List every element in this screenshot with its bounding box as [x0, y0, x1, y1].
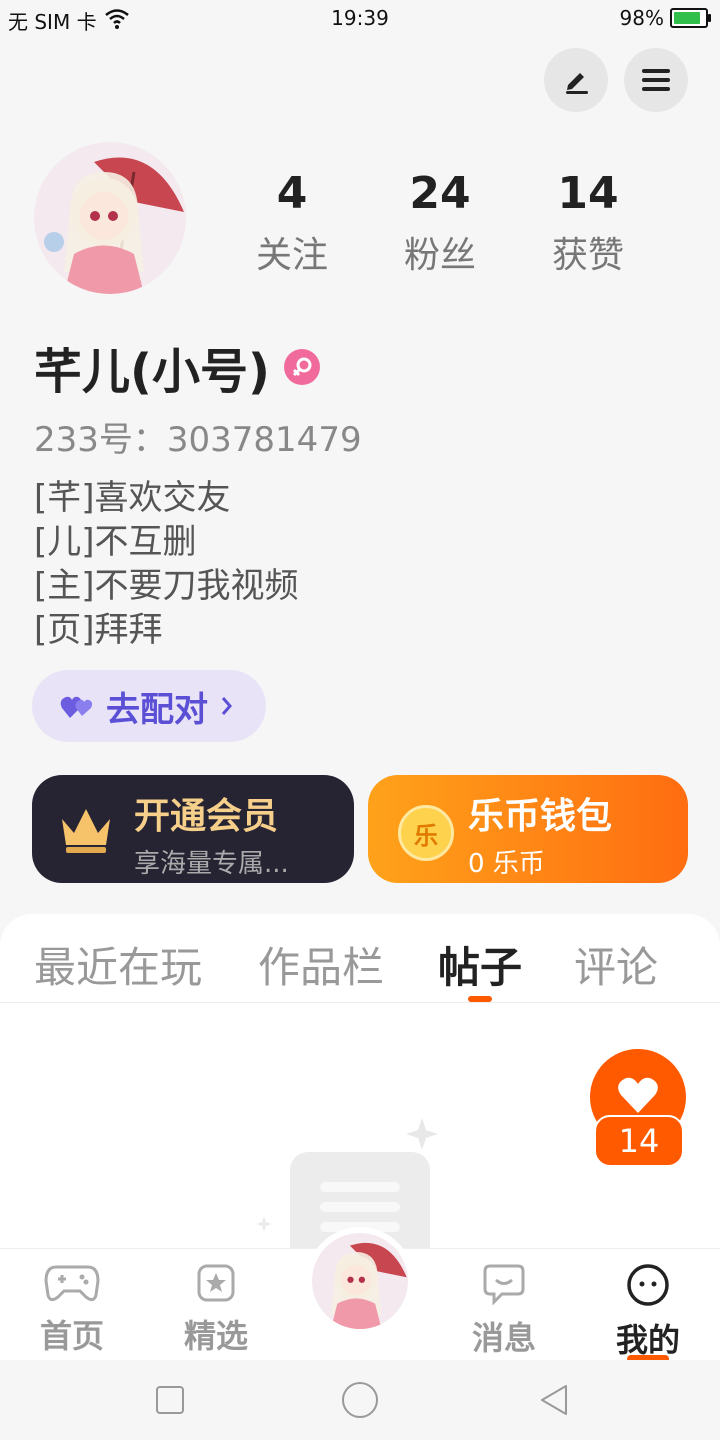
stat-number: 4 — [276, 168, 308, 219]
wifi-icon — [105, 9, 129, 29]
tab-comments[interactable]: 评论 — [574, 934, 658, 995]
heart-icon — [618, 1077, 658, 1113]
stat-label: 粉丝 — [403, 235, 476, 276]
stat-likes[interactable]: 14 获赞 — [518, 168, 658, 278]
wallet-card[interactable]: 乐 乐币钱包 0 乐币 — [368, 775, 688, 883]
nav-label: 首页 — [39, 1317, 104, 1355]
tab-works[interactable]: 作品栏 — [258, 934, 384, 995]
vip-title: 开通会员 — [134, 796, 279, 837]
vip-subtitle: 享海量专属... — [134, 849, 289, 879]
edit-profile-button[interactable] — [544, 48, 608, 112]
coin-icon: 乐 — [398, 805, 454, 861]
double-heart-icon — [60, 696, 93, 718]
nav-center-avatar[interactable] — [306, 1227, 414, 1335]
tab-posts[interactable]: 帖子 — [438, 934, 522, 995]
nav-label: 精选 — [183, 1317, 248, 1355]
wallet-balance: 0 乐币 — [468, 849, 545, 879]
menu-button[interactable] — [624, 48, 688, 112]
nav-label: 消息 — [471, 1319, 536, 1357]
pair-label: 去配对 — [106, 689, 208, 730]
stat-label: 关注 — [255, 235, 328, 276]
bio-line: [芊]喜欢交友 — [34, 478, 231, 518]
stat-number: 24 — [409, 168, 471, 219]
chevron-right-icon — [221, 697, 232, 715]
battery-icon — [670, 8, 711, 28]
female-gender-icon — [283, 349, 320, 385]
home-icon[interactable] — [340, 1380, 380, 1420]
smiley-icon — [627, 1264, 669, 1306]
menu-icon — [642, 69, 670, 91]
nav-home[interactable]: 首页 — [12, 1263, 132, 1357]
bio-line: [儿]不互删 — [34, 522, 197, 562]
tab-divider — [0, 1002, 720, 1003]
bio-line: [主]不要刀我视频 — [34, 566, 299, 606]
user-id: 233号：303781479 — [34, 420, 362, 460]
tab-recent-games[interactable]: 最近在玩 — [34, 934, 202, 995]
status-bar: 无 SIM 卡 19:39 98% — [0, 0, 720, 40]
wallet-title: 乐币钱包 — [468, 796, 613, 837]
bookmark-star-icon — [197, 1264, 235, 1302]
like-count-badge: 14 — [594, 1115, 684, 1167]
content-panel: 最近在玩 作品栏 帖子 评论 14 — [0, 914, 720, 1254]
stat-number: 14 — [557, 168, 619, 219]
bottom-nav: 首页 精选 消息 我的 — [0, 1227, 720, 1363]
bio-line: [页]拜拜 — [34, 610, 163, 650]
gamepad-icon — [44, 1265, 100, 1302]
avatar-illustration — [34, 142, 186, 294]
user-name: 芊儿(小号) — [34, 344, 270, 400]
chat-bubble-icon — [483, 1264, 525, 1306]
nav-featured[interactable]: 精选 — [156, 1263, 276, 1357]
profile-avatar[interactable] — [34, 142, 186, 294]
battery-indicator: 98% — [619, 6, 711, 30]
bio: [芊]喜欢交友 [儿]不互删 [主]不要刀我视频 [页]拜拜 — [34, 476, 299, 652]
name-row: 芊儿(小号) — [34, 332, 320, 402]
system-nav-bar — [0, 1360, 720, 1440]
avatar-illustration — [312, 1233, 408, 1329]
nav-label: 我的 — [615, 1321, 680, 1359]
battery-percent: 98% — [619, 6, 664, 30]
stat-following[interactable]: 4 关注 — [222, 168, 362, 278]
back-icon[interactable] — [536, 1382, 572, 1418]
stat-followers[interactable]: 24 粉丝 — [370, 168, 510, 278]
crown-icon — [62, 809, 110, 853]
vip-card[interactable]: 开通会员 享海量专属... — [32, 775, 354, 883]
nav-me[interactable]: 我的 — [588, 1263, 708, 1363]
stat-label: 获赞 — [551, 235, 624, 276]
nav-messages[interactable]: 消息 — [444, 1263, 564, 1359]
recent-apps-icon[interactable] — [154, 1384, 186, 1416]
pencil-icon — [566, 73, 588, 94]
coin-glyph: 乐 — [414, 821, 438, 850]
pair-button[interactable]: 去配对 — [32, 670, 266, 742]
